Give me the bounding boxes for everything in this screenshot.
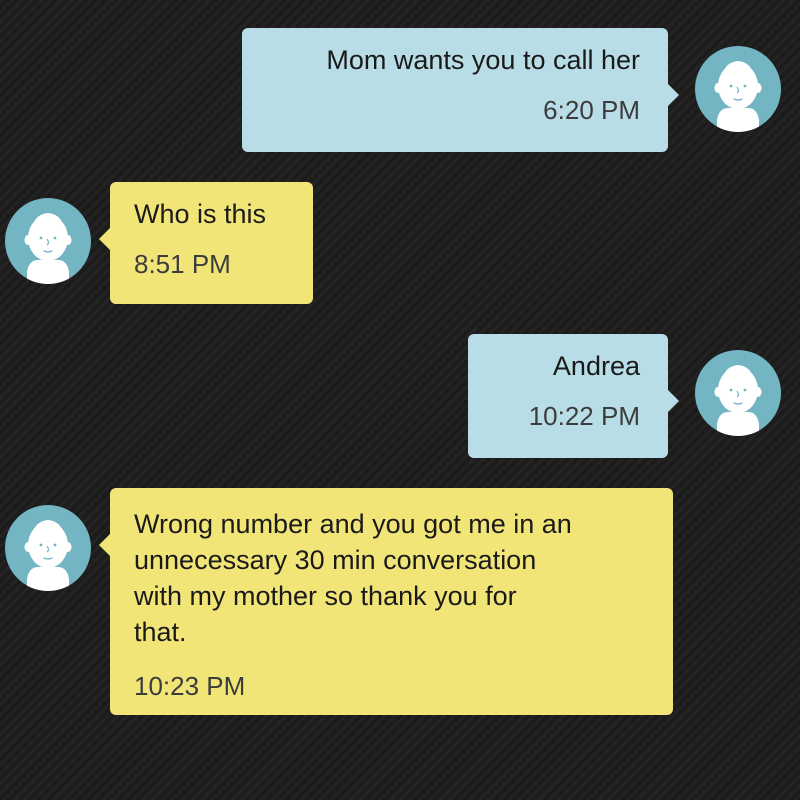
contact-avatar-icon[interactable] [5,505,91,591]
face-icon [714,365,762,436]
face-icon [24,213,72,284]
message-timestamp: 10:23 PM [134,671,246,701]
incoming-message-bubble[interactable]: Wrong number and you got me in an unnece… [99,488,673,715]
contact-avatar-icon[interactable] [695,350,781,436]
message-text: Mom wants you to call her [326,45,640,75]
message-timestamp: 10:22 PM [528,401,640,431]
message-timestamp: 8:51 PM [134,249,231,279]
outgoing-message-bubble[interactable]: Mom wants you to call her 6:20 PM [242,28,679,152]
outgoing-message-bubble[interactable]: Andrea 10:22 PM [468,334,679,458]
incoming-message-bubble[interactable]: Who is this 8:51 PM [99,182,313,304]
message-text: Who is this [134,199,267,229]
face-icon [714,61,762,132]
face-icon [24,520,72,591]
message-text: Andrea [552,351,640,381]
message-thread: Mom wants you to call her 6:20 PM Who is… [0,0,800,800]
message-timestamp: 6:20 PM [543,95,640,125]
message-text: Wrong number and you got me in an unnece… [134,509,572,647]
contact-avatar-icon[interactable] [5,198,91,284]
contact-avatar-icon[interactable] [695,46,781,132]
